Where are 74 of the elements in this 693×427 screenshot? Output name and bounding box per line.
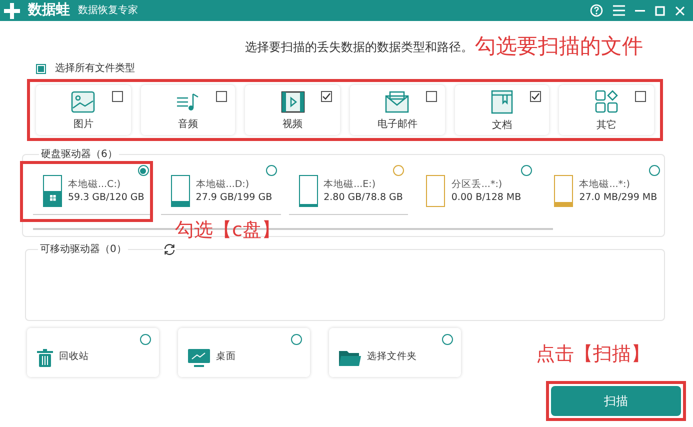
drive-size: 27.0 MB/299 MB	[579, 191, 658, 204]
location-card[interactable]: 回收站	[27, 328, 159, 377]
location-label: 回收站	[59, 350, 89, 364]
file-type-card[interactable]: 文档	[454, 85, 550, 135]
trash-icon	[37, 348, 53, 366]
minimize-icon[interactable]	[635, 10, 645, 12]
file-type-card[interactable]: 图片	[36, 85, 131, 135]
logo-icon	[4, 2, 20, 18]
app-subtitle: 数据恢复专家	[78, 4, 138, 18]
radio-button[interactable]	[393, 165, 404, 176]
checkbox[interactable]	[216, 91, 228, 102]
select-all-checkbox[interactable]	[36, 64, 46, 74]
app-name: 数据蛙	[28, 1, 70, 20]
drive-item[interactable]: 本地磁...D:) 27.9 GB/199 GB	[160, 167, 281, 215]
envelope-icon	[385, 90, 410, 112]
radio-button[interactable]	[266, 165, 277, 176]
file-type-label: 文档	[492, 118, 512, 132]
instruction-text: 选择要扫描的丢失数据的数据类型和路径。	[245, 39, 473, 56]
drive-item[interactable]: 本地磁...*:) 27.0 MB/299 MB	[544, 167, 664, 215]
maximize-icon[interactable]	[655, 6, 665, 16]
checkbox[interactable]	[112, 91, 123, 102]
location-label: 选择文件夹	[367, 350, 417, 364]
drive-name: 本地磁...E:)	[324, 178, 377, 190]
scan-button[interactable]: 扫描	[551, 386, 681, 416]
drive-name: 分区丢...*:)	[451, 178, 504, 191]
drive-item[interactable]: 本地磁...C:) 59.3 GB/120 GB	[33, 167, 153, 215]
location-card[interactable]: 选择文件夹	[329, 328, 461, 377]
radio-button[interactable]	[442, 334, 453, 345]
section-title: 可移动驱动器（0）	[38, 242, 128, 257]
section-title: 硬盘驱动器（6）	[39, 147, 120, 162]
location-label: 桌面	[216, 350, 236, 364]
checkbox[interactable]	[635, 91, 646, 102]
drive-size: 59.3 GB/120 GB	[68, 190, 144, 204]
menu-icon[interactable]	[613, 5, 625, 16]
image-icon	[71, 90, 96, 112]
radio-button[interactable]	[140, 334, 151, 345]
drive-item[interactable]: 分区丢...*:) 0.00 B/128 MB	[416, 167, 536, 215]
annotation-text: 勾选要扫描的文件	[475, 33, 643, 59]
music-icon	[176, 90, 200, 112]
book-icon	[491, 90, 514, 114]
grid-icon	[594, 90, 619, 114]
annotation-text: 点击【扫描】	[536, 342, 650, 366]
radio-button[interactable]	[521, 165, 532, 176]
drive-size: 0.00 B/128 MB	[451, 191, 522, 204]
radio-button[interactable]	[138, 165, 149, 176]
checkbox[interactable]	[321, 91, 332, 102]
file-type-label: 视频	[282, 118, 303, 132]
checkbox[interactable]	[426, 91, 437, 102]
refresh-icon[interactable]	[163, 243, 176, 256]
folder-icon	[339, 348, 361, 366]
help-icon[interactable]	[590, 4, 603, 17]
file-type-card[interactable]: 电子邮件	[350, 85, 445, 135]
close-icon[interactable]	[675, 6, 685, 16]
file-type-label: 其它	[596, 118, 617, 132]
drive-size: 27.9 GB/199 GB	[196, 190, 272, 204]
drive-item[interactable]: 本地磁...E:) 2.80 GB/78.8 GB	[288, 167, 408, 215]
radio-button[interactable]	[648, 165, 660, 176]
drive-name: 本地磁...C:)	[68, 178, 122, 190]
monitor-icon	[188, 348, 210, 366]
file-type-card[interactable]: 音频	[140, 85, 236, 135]
file-type-card[interactable]: 其它	[559, 85, 654, 135]
checkbox[interactable]	[530, 91, 542, 102]
file-type-label: 电子邮件	[377, 118, 418, 132]
drive-size: 2.80 GB/78.8 GB	[324, 190, 403, 204]
select-all-label: 选择所有文件类型	[55, 62, 135, 76]
file-type-label: 图片	[73, 118, 94, 132]
radio-button[interactable]	[291, 334, 302, 345]
film-icon	[280, 90, 305, 112]
location-card[interactable]: 桌面	[178, 328, 310, 377]
file-type-label: 音频	[178, 118, 198, 132]
annotation-text: 勾选【c盘】	[175, 218, 280, 242]
drive-name: 本地磁...D:)	[196, 178, 250, 190]
file-type-card[interactable]: 视频	[245, 85, 340, 135]
drive-name: 本地磁...*:)	[579, 178, 631, 191]
